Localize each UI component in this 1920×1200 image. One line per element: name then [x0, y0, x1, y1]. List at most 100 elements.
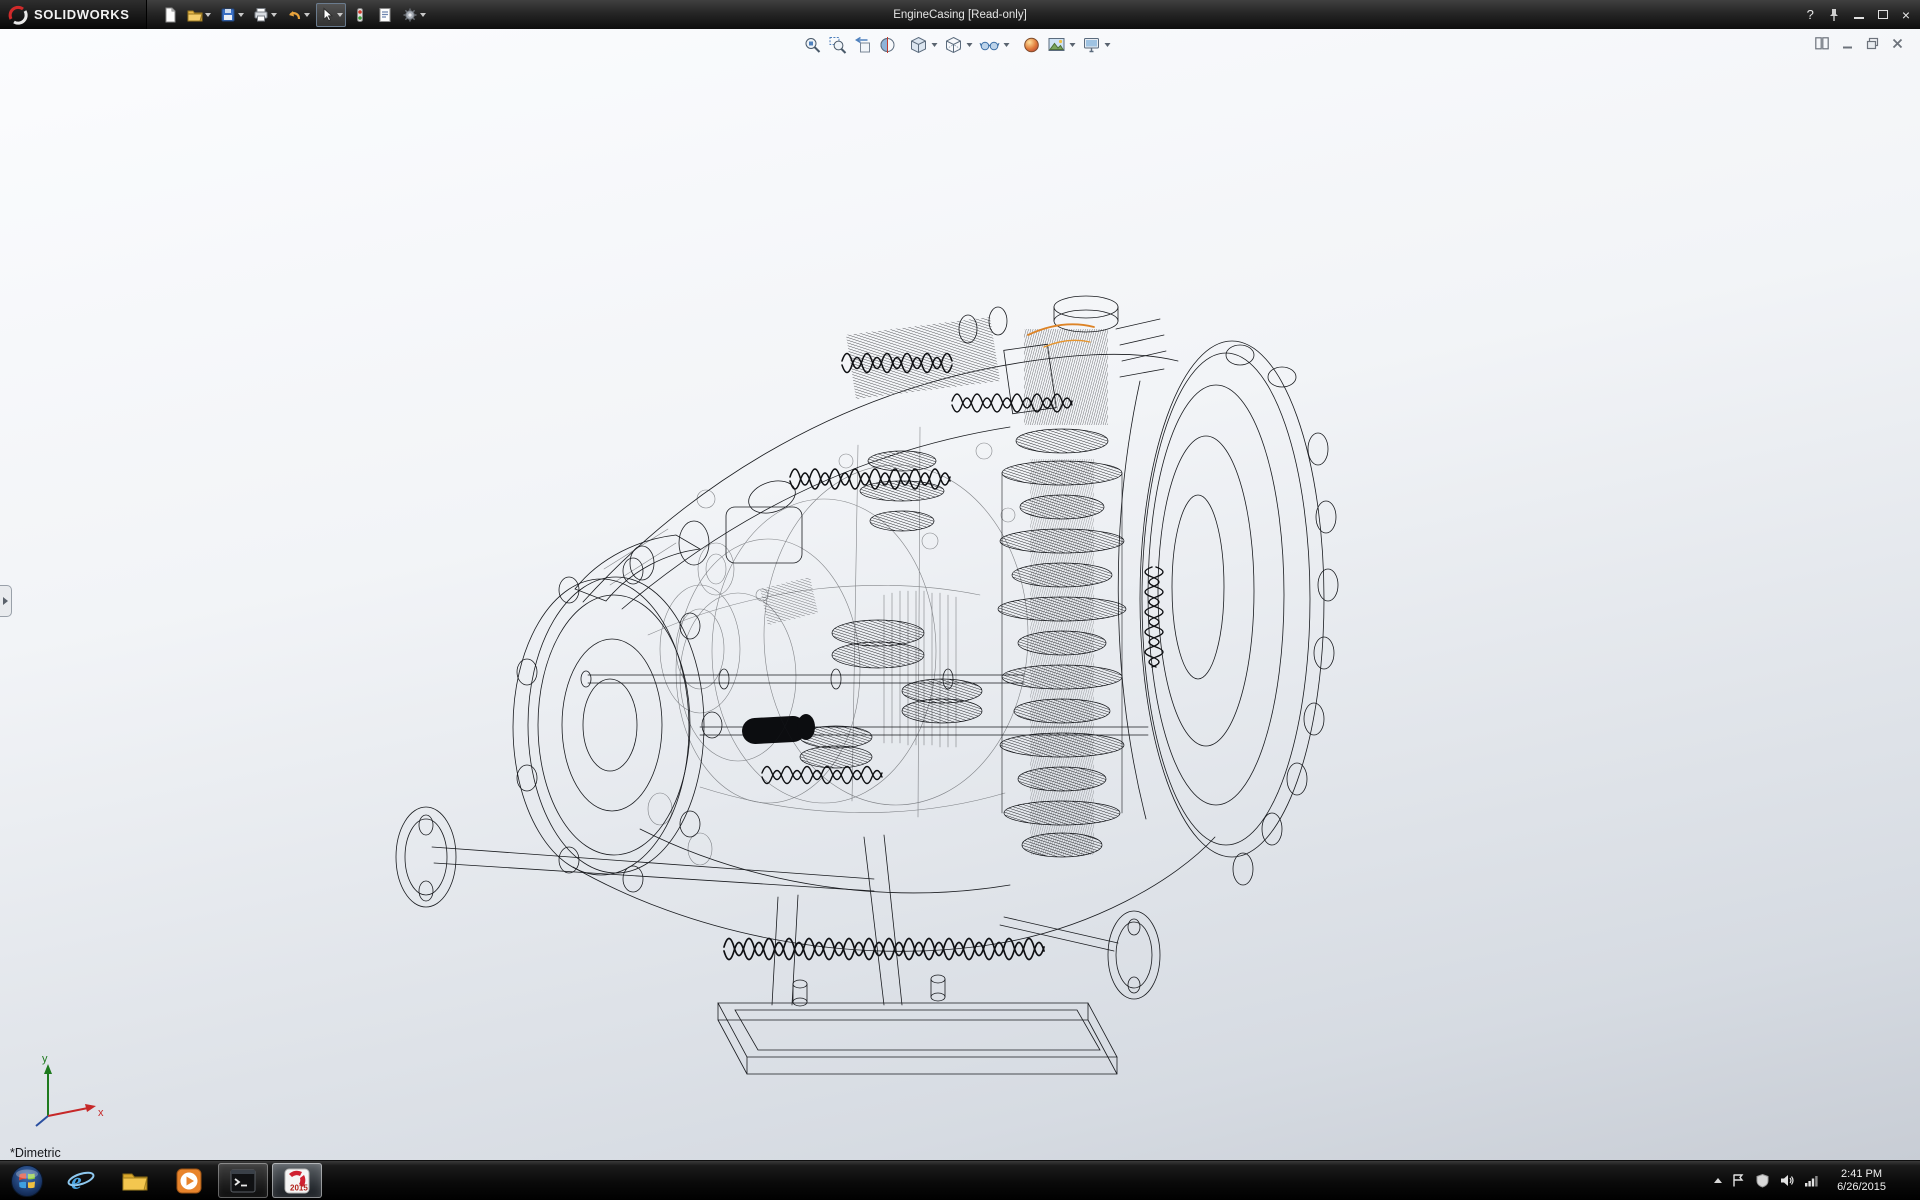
doc-close-icon[interactable] [1891, 37, 1904, 50]
save-dropdown-arrow[interactable] [238, 13, 244, 17]
close-button[interactable]: × [1902, 10, 1910, 20]
security-shield-icon[interactable] [1755, 1173, 1770, 1188]
view-orientation-cube-icon [910, 36, 928, 54]
hidden-icons-button[interactable] [1714, 1178, 1722, 1183]
model-geometry [396, 296, 1338, 1074]
doc-restore-icon[interactable] [1866, 37, 1879, 50]
rebuild-button[interactable] [349, 3, 371, 27]
quick-access-toolbar [147, 3, 429, 27]
model-base-stand [718, 975, 1117, 1074]
zoom-to-fit-icon [804, 36, 822, 54]
brand-text: SOLIDWORKS [34, 7, 130, 22]
save-floppy-icon [220, 7, 236, 23]
pin-icon[interactable] [1828, 8, 1840, 22]
featuremanager-flyout-tab[interactable] [0, 585, 12, 617]
svg-text:e: e [71, 1169, 82, 1195]
solidworks-app-icon: 2015 [282, 1166, 312, 1196]
apply-scene-button[interactable] [1048, 36, 1076, 54]
network-icon[interactable] [1804, 1173, 1820, 1188]
triad-x-label: x [98, 1107, 104, 1119]
doc-cascade-icon[interactable] [1815, 37, 1829, 50]
start-button[interactable] [0, 1161, 54, 1200]
edit-appearance-button[interactable] [1023, 36, 1041, 54]
print-icon [253, 7, 269, 23]
minimize-button[interactable] [1854, 11, 1864, 19]
graphics-viewport[interactable]: x y *Dimetric [0, 29, 1920, 1160]
display-style-cube-icon [945, 36, 963, 54]
save-button[interactable] [217, 3, 247, 27]
taskbar-windows-explorer-button[interactable] [110, 1163, 160, 1198]
undo-icon [286, 7, 302, 23]
window-title: EngineCasing [Read-only] [300, 9, 1620, 21]
options-dropdown-arrow[interactable] [420, 13, 426, 17]
ds-logo-icon [8, 5, 28, 25]
action-center-flag-icon[interactable] [1731, 1173, 1746, 1188]
undo-button[interactable] [283, 3, 313, 27]
taskbar-solidworks-button[interactable]: 2015 [272, 1163, 322, 1198]
taskbar-internet-explorer-button[interactable]: e [56, 1163, 106, 1198]
new-document-icon [162, 7, 178, 23]
flyout-arrow-icon [3, 597, 8, 605]
help-button[interactable]: ? [1807, 7, 1814, 22]
section-view-button[interactable] [879, 36, 897, 54]
apply-scene-icon [1048, 36, 1066, 54]
taskbar-apps: e [54, 1161, 324, 1200]
edit-appearance-ball-icon [1023, 36, 1041, 54]
zoom-to-area-button[interactable] [829, 36, 847, 54]
volume-icon[interactable] [1779, 1173, 1795, 1188]
solidworks-badge: 2015 [290, 1183, 308, 1192]
window-controls: ? × [1807, 7, 1920, 22]
windows-start-orb-icon [10, 1164, 44, 1198]
taskbar-media-player-button[interactable] [164, 1163, 214, 1198]
taskbar-command-prompt-button[interactable] [218, 1163, 268, 1198]
model-internal-detail [604, 427, 1028, 865]
doc-minimize-icon[interactable] [1841, 37, 1854, 50]
display-style-button[interactable] [945, 36, 973, 54]
internet-explorer-icon: e [66, 1166, 96, 1196]
open-button[interactable] [184, 3, 214, 27]
hide-show-glasses-icon [980, 36, 1000, 54]
view-orientation-button[interactable] [910, 36, 938, 54]
file-properties-icon [377, 7, 393, 23]
open-folder-icon [187, 7, 203, 23]
section-view-icon [879, 36, 897, 54]
hide-show-items-button[interactable] [980, 36, 1010, 54]
model-right-housing [1140, 341, 1338, 885]
print-button[interactable] [250, 3, 280, 27]
display-style-dropdown-arrow[interactable] [967, 43, 973, 47]
wireframe-model[interactable] [0, 29, 1920, 1160]
clock-date: 6/26/2015 [1837, 1181, 1886, 1194]
solidworks-window: SOLIDWORKS [0, 0, 1920, 1200]
taskbar: e [0, 1160, 1920, 1200]
file-properties-button[interactable] [374, 3, 396, 27]
select-button[interactable] [316, 3, 346, 27]
view-settings-dropdown-arrow[interactable] [1105, 43, 1111, 47]
reference-triad: x y [14, 1050, 114, 1130]
options-button[interactable] [399, 3, 429, 27]
maximize-button[interactable] [1878, 10, 1888, 19]
previous-view-button[interactable] [854, 36, 872, 54]
open-dropdown-arrow[interactable] [205, 13, 211, 17]
view-orientation-dropdown-arrow[interactable] [932, 43, 938, 47]
media-player-icon [174, 1166, 204, 1196]
undo-dropdown-arrow[interactable] [304, 13, 310, 17]
zoom-to-area-icon [829, 36, 847, 54]
view-settings-button[interactable] [1083, 36, 1111, 54]
options-gear-icon [402, 7, 418, 23]
solidworks-logo: SOLIDWORKS [0, 0, 147, 29]
headsup-toolbar [804, 36, 1117, 54]
titlebar: SOLIDWORKS [0, 0, 1920, 29]
zoom-to-fit-button[interactable] [804, 36, 822, 54]
print-dropdown-arrow[interactable] [271, 13, 277, 17]
system-tray: 2:41 PM 6/26/2015 [1714, 1161, 1920, 1200]
select-dropdown-arrow[interactable] [337, 13, 343, 17]
triad-y-label: y [42, 1053, 48, 1065]
windows-explorer-folder-icon [120, 1166, 150, 1196]
hide-show-dropdown-arrow[interactable] [1004, 43, 1010, 47]
apply-scene-dropdown-arrow[interactable] [1070, 43, 1076, 47]
previous-view-icon [854, 36, 872, 54]
new-document-button[interactable] [159, 3, 181, 27]
taskbar-clock[interactable]: 2:41 PM 6/26/2015 [1829, 1168, 1894, 1194]
select-cursor-icon [319, 7, 335, 23]
document-window-controls [1815, 37, 1904, 50]
